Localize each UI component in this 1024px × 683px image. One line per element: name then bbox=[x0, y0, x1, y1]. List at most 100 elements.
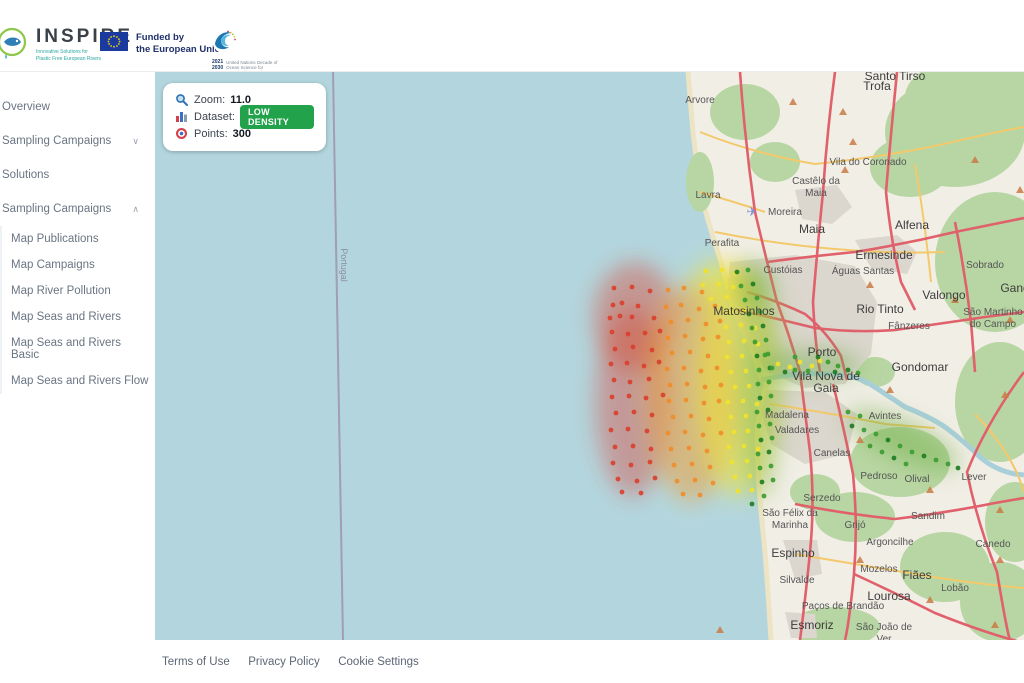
heat-point-orange bbox=[667, 399, 672, 404]
heat-point-red bbox=[614, 411, 619, 416]
heat-point-yellow bbox=[740, 354, 745, 359]
heat-point-yellow bbox=[744, 369, 749, 374]
heat-point-yellow bbox=[720, 268, 725, 273]
place-label: Fânzeres bbox=[888, 321, 930, 332]
sidebar-item-map-seas-and-rivers[interactable]: Map Seas and Rivers bbox=[2, 304, 155, 330]
place-label: Lobão bbox=[941, 583, 969, 594]
heat-point-red bbox=[612, 286, 617, 291]
heat-point-green bbox=[769, 394, 774, 399]
place-label: Grijó bbox=[844, 520, 866, 531]
heat-point-orange bbox=[683, 430, 688, 435]
target-icon bbox=[175, 127, 188, 140]
heat-point-red bbox=[620, 301, 625, 306]
heat-point-red bbox=[620, 490, 625, 495]
heat-point-green bbox=[850, 424, 855, 429]
heat-point-yellow bbox=[733, 475, 738, 480]
heat-point-red bbox=[649, 447, 654, 452]
heat-point-orange bbox=[716, 335, 721, 340]
heat-point-orange bbox=[700, 290, 705, 295]
heat-point-green bbox=[758, 396, 763, 401]
heat-point-green bbox=[761, 324, 766, 329]
dataset-label: Dataset: bbox=[194, 111, 235, 123]
points-value: 300 bbox=[233, 128, 251, 140]
heat-point-orange bbox=[671, 415, 676, 420]
heat-point-red bbox=[626, 427, 631, 432]
heat-point-green bbox=[769, 464, 774, 469]
heat-point-red bbox=[652, 316, 657, 321]
heat-point-yellow bbox=[745, 459, 750, 464]
heat-point-orange bbox=[665, 367, 670, 372]
place-label: Gondomar bbox=[892, 360, 949, 374]
heat-point-orange bbox=[681, 492, 686, 497]
heat-point-green bbox=[886, 438, 891, 443]
sidebar-item-sampling-campaigns[interactable]: Sampling Campaigns ∨ bbox=[0, 124, 155, 158]
heat-point-orange bbox=[688, 350, 693, 355]
heat-point-orange bbox=[682, 286, 687, 291]
boundary-country-label: Portugal bbox=[339, 248, 349, 282]
heat-point-green bbox=[762, 494, 767, 499]
sidebar-subgroup: Map Publications Map Campaigns Map River… bbox=[0, 226, 155, 394]
terms-of-use-link[interactable]: Terms of Use bbox=[162, 656, 230, 668]
heat-point-orange bbox=[666, 431, 671, 436]
heat-point-green bbox=[764, 338, 769, 343]
heat-point-green bbox=[880, 450, 885, 455]
airport-plane-icon: ✈ bbox=[747, 204, 758, 219]
heat-point-orange bbox=[693, 478, 698, 483]
heat-point-orange bbox=[675, 479, 680, 484]
sidebar-nav: Overview Sampling Campaigns ∨ Solutions … bbox=[0, 72, 155, 640]
heat-point-red bbox=[645, 429, 650, 434]
heat-point-green bbox=[751, 282, 756, 287]
dataset-badge: LOW DENSITY bbox=[240, 105, 314, 129]
heat-point-orange bbox=[669, 447, 674, 452]
heat-point-green bbox=[783, 370, 788, 375]
heat-point-yellow bbox=[810, 364, 815, 369]
place-label: Serzedo bbox=[803, 493, 841, 504]
heat-point-orange bbox=[670, 351, 675, 356]
sidebar-item-map-campaigns[interactable]: Map Campaigns bbox=[2, 252, 155, 278]
heat-point-green bbox=[862, 428, 867, 433]
heat-point-green bbox=[922, 454, 927, 459]
heat-point-red bbox=[613, 445, 618, 450]
place-label: Esmoriz bbox=[790, 618, 833, 632]
place-label: Mozelos bbox=[860, 564, 897, 575]
heat-point-yellow bbox=[742, 444, 747, 449]
heat-point-green bbox=[858, 414, 863, 419]
heat-point-orange bbox=[708, 465, 713, 470]
heat-point-red bbox=[608, 316, 613, 321]
heat-point-yellow bbox=[733, 385, 738, 390]
heat-point-orange bbox=[707, 417, 712, 422]
heat-point-yellow bbox=[736, 489, 741, 494]
place-label: Custóias bbox=[764, 265, 803, 276]
map-info-panel: Zoom: 11.0 Dataset: LOW DENSITY bbox=[163, 83, 326, 151]
privacy-policy-link[interactable]: Privacy Policy bbox=[248, 656, 320, 668]
sidebar-item-sampling-campaigns-expanded[interactable]: Sampling Campaigns ∧ bbox=[0, 192, 155, 226]
ocean-decade-logo: 2021 2030 United Nations Decade of Ocean… bbox=[212, 28, 286, 76]
heat-point-green bbox=[768, 422, 773, 427]
heat-point-green bbox=[770, 436, 775, 441]
place-label: Avintes bbox=[869, 411, 902, 422]
heat-point-orange bbox=[718, 319, 723, 324]
inspire-fish-icon bbox=[0, 26, 30, 62]
heat-point-yellow bbox=[732, 430, 737, 435]
sidebar-item-map-seas-and-rivers-basic[interactable]: Map Seas and Rivers Basic bbox=[2, 330, 155, 368]
sidebar-item-overview[interactable]: Overview bbox=[0, 90, 155, 124]
place-label: Porto bbox=[808, 345, 837, 359]
sidebar-item-map-river-pollution[interactable]: Map River Pollution bbox=[2, 278, 155, 304]
heat-point-green bbox=[753, 340, 758, 345]
bar-chart-icon bbox=[175, 110, 188, 123]
place-label: Matosinhos bbox=[713, 304, 774, 318]
sidebar-item-solutions[interactable]: Solutions bbox=[0, 158, 155, 192]
place-label: Valadares bbox=[775, 425, 819, 436]
heat-point-green bbox=[770, 366, 775, 371]
heat-point-yellow bbox=[724, 325, 729, 330]
cookie-settings-link[interactable]: Cookie Settings bbox=[338, 656, 419, 668]
heat-point-red bbox=[629, 463, 634, 468]
heat-point-orange bbox=[703, 385, 708, 390]
place-label: Argoncilhe bbox=[866, 537, 914, 548]
map-canvas[interactable]: ✈ Santo TirsoTrofaArvoreVila do Coronado… bbox=[155, 72, 1024, 640]
sidebar-item-map-seas-and-rivers-flow[interactable]: Map Seas and Rivers Flow bbox=[2, 368, 155, 394]
heat-point-orange bbox=[717, 399, 722, 404]
heat-point-red bbox=[626, 332, 631, 337]
heat-point-orange bbox=[687, 446, 692, 451]
sidebar-item-map-publications[interactable]: Map Publications bbox=[2, 226, 155, 252]
